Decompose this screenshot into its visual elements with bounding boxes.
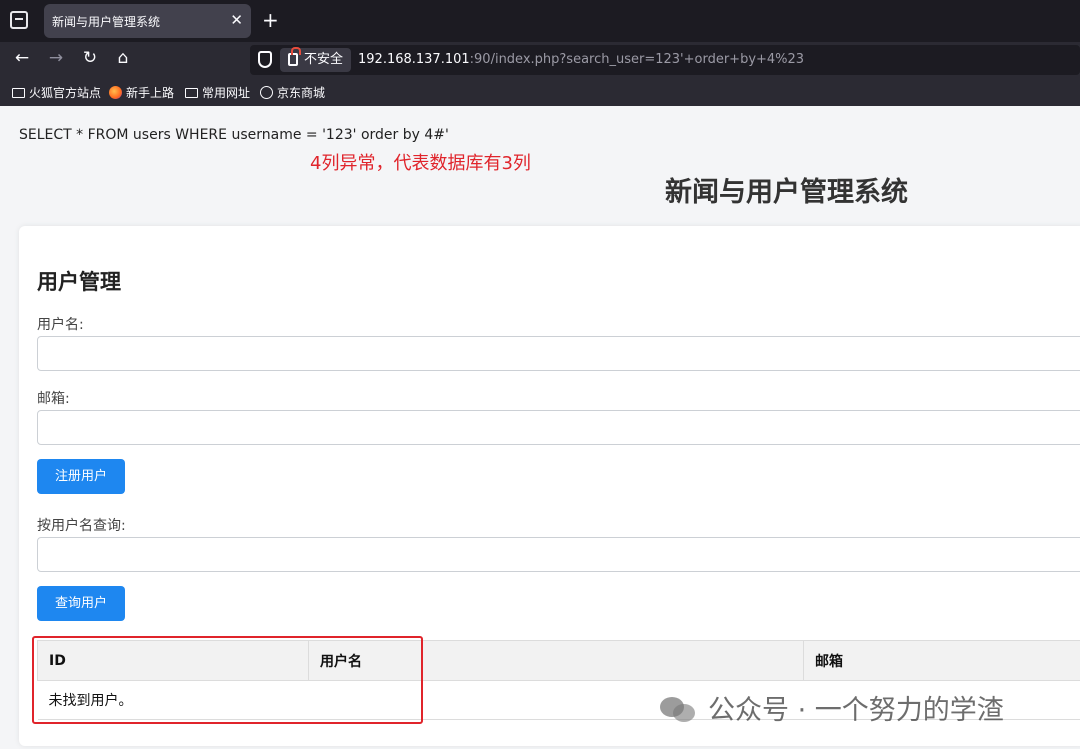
tab-list-icon[interactable] xyxy=(10,11,28,29)
username-label: 用户名: xyxy=(37,317,84,333)
url-host: 192.168.137.101 xyxy=(358,52,470,67)
watermark-text: 公众号 · 一个努力的学渣 xyxy=(708,695,1004,726)
close-icon[interactable]: ✕ xyxy=(230,11,243,29)
site-title: 新闻与用户管理系统 xyxy=(665,177,908,208)
section-title: 用户管理 xyxy=(37,270,121,294)
new-tab-button[interactable]: + xyxy=(262,8,279,32)
security-indicator[interactable]: 不安全 xyxy=(280,48,352,72)
folder-icon xyxy=(12,88,25,98)
tab-title: 新闻与用户管理系统 xyxy=(52,15,161,29)
bookmark-item[interactable]: 新手上路 xyxy=(109,84,174,101)
highlight-box xyxy=(32,636,423,724)
annotation-text: 4列异常，代表数据库有3列 xyxy=(310,153,531,174)
bookmark-item[interactable]: 火狐官方站点 xyxy=(12,84,101,101)
bookmark-item[interactable]: 常用网址 xyxy=(185,84,250,101)
wechat-icon xyxy=(660,697,696,723)
search-input[interactable] xyxy=(37,537,1080,572)
shield-icon[interactable] xyxy=(258,51,272,68)
bookmarks-bar: 火狐官方站点 新手上路 常用网址 京东商城 xyxy=(0,78,1080,106)
search-label: 按用户名查询: xyxy=(37,518,126,534)
bookmark-item[interactable]: 京东商城 xyxy=(260,84,325,101)
email-input[interactable] xyxy=(37,410,1080,445)
email-label: 邮箱: xyxy=(37,391,70,407)
url-bar[interactable]: 不安全 192.168.137.101:90/index.php?search_… xyxy=(250,45,1080,75)
url-text[interactable]: 192.168.137.101:90/index.php?search_user… xyxy=(358,52,804,67)
tab-bar: 新闻与用户管理系统 ✕ + xyxy=(0,0,1080,42)
forward-icon[interactable]: → xyxy=(45,48,67,68)
register-user-button[interactable]: 注册用户 xyxy=(37,459,125,494)
home-icon[interactable]: ⌂ xyxy=(112,48,134,68)
globe-icon xyxy=(260,86,273,99)
reload-icon[interactable]: ↻ xyxy=(79,48,101,68)
bookmark-label: 新手上路 xyxy=(126,86,175,100)
watermark: 公众号 · 一个努力的学渣 xyxy=(660,688,1004,727)
bookmark-label: 常用网址 xyxy=(202,86,251,100)
firefox-icon xyxy=(109,86,122,99)
username-input[interactable] xyxy=(37,336,1080,371)
back-icon[interactable]: ← xyxy=(11,48,33,68)
nav-bar: ← → ↻ ⌂ 不安全 192.168.137.101:90/index.php… xyxy=(0,42,1080,78)
insecure-lock-icon xyxy=(288,53,298,66)
active-tab[interactable]: 新闻与用户管理系统 ✕ xyxy=(44,4,251,38)
folder-icon xyxy=(185,88,198,98)
bookmark-label: 京东商城 xyxy=(277,86,326,100)
search-user-button[interactable]: 查询用户 xyxy=(37,586,125,621)
url-path: :90/index.php?search_user=123'+order+by+… xyxy=(469,52,805,67)
bookmark-label: 火狐官方站点 xyxy=(29,86,102,100)
sql-query-text: SELECT * FROM users WHERE username = '12… xyxy=(19,127,449,143)
column-header-email: 邮箱 xyxy=(803,640,1080,681)
security-label: 不安全 xyxy=(304,52,344,67)
